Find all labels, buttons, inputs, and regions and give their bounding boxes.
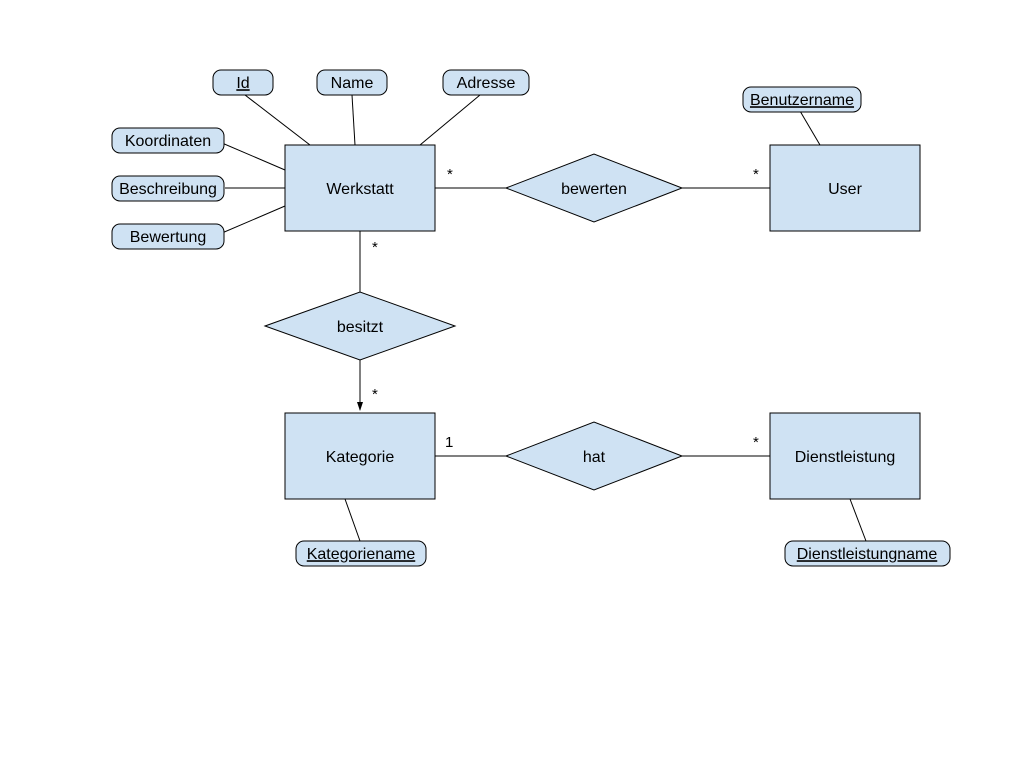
rel-bewerten-label: bewerten	[561, 181, 627, 198]
line-name-werkstatt	[352, 95, 355, 145]
attr-dienstleistungname-label: Dienstleistungname	[797, 546, 938, 563]
line-koordinaten-werkstatt	[215, 140, 285, 170]
line-adresse-werkstatt	[420, 95, 480, 145]
card-werkstatt-bewerten: *	[447, 166, 453, 183]
attr-benutzername-label: Benutzername	[750, 92, 854, 109]
attr-bewertung-label: Bewertung	[130, 229, 207, 246]
line-benutzername-user	[800, 111, 820, 145]
rel-hat-label: hat	[583, 449, 606, 466]
attr-kategoriename-label: Kategoriename	[307, 546, 416, 563]
line-kategoriename-kategorie	[345, 499, 360, 541]
card-werkstatt-besitzt: *	[372, 239, 378, 256]
attr-koordinaten-label: Koordinaten	[125, 133, 211, 150]
attr-id-label: Id	[236, 75, 249, 92]
entity-werkstatt-label: Werkstatt	[326, 181, 394, 198]
attr-name-label: Name	[331, 75, 374, 92]
attr-adresse-label: Adresse	[457, 75, 516, 92]
card-kategorie-hat: 1	[445, 434, 453, 451]
entity-kategorie-label: Kategorie	[326, 449, 395, 466]
card-dienstleistung-hat: *	[753, 434, 759, 451]
line-dienstleistungname-dienstleistung	[850, 499, 866, 541]
attr-beschreibung-label: Beschreibung	[119, 181, 217, 198]
line-bewertung-werkstatt	[215, 206, 285, 236]
line-id-werkstatt	[245, 95, 310, 145]
card-kategorie-besitzt: *	[372, 386, 378, 403]
entity-dienstleistung-label: Dienstleistung	[795, 449, 896, 466]
card-user-bewerten: *	[753, 166, 759, 183]
rel-besitzt-label: besitzt	[337, 319, 384, 336]
entity-user-label: User	[828, 181, 862, 198]
